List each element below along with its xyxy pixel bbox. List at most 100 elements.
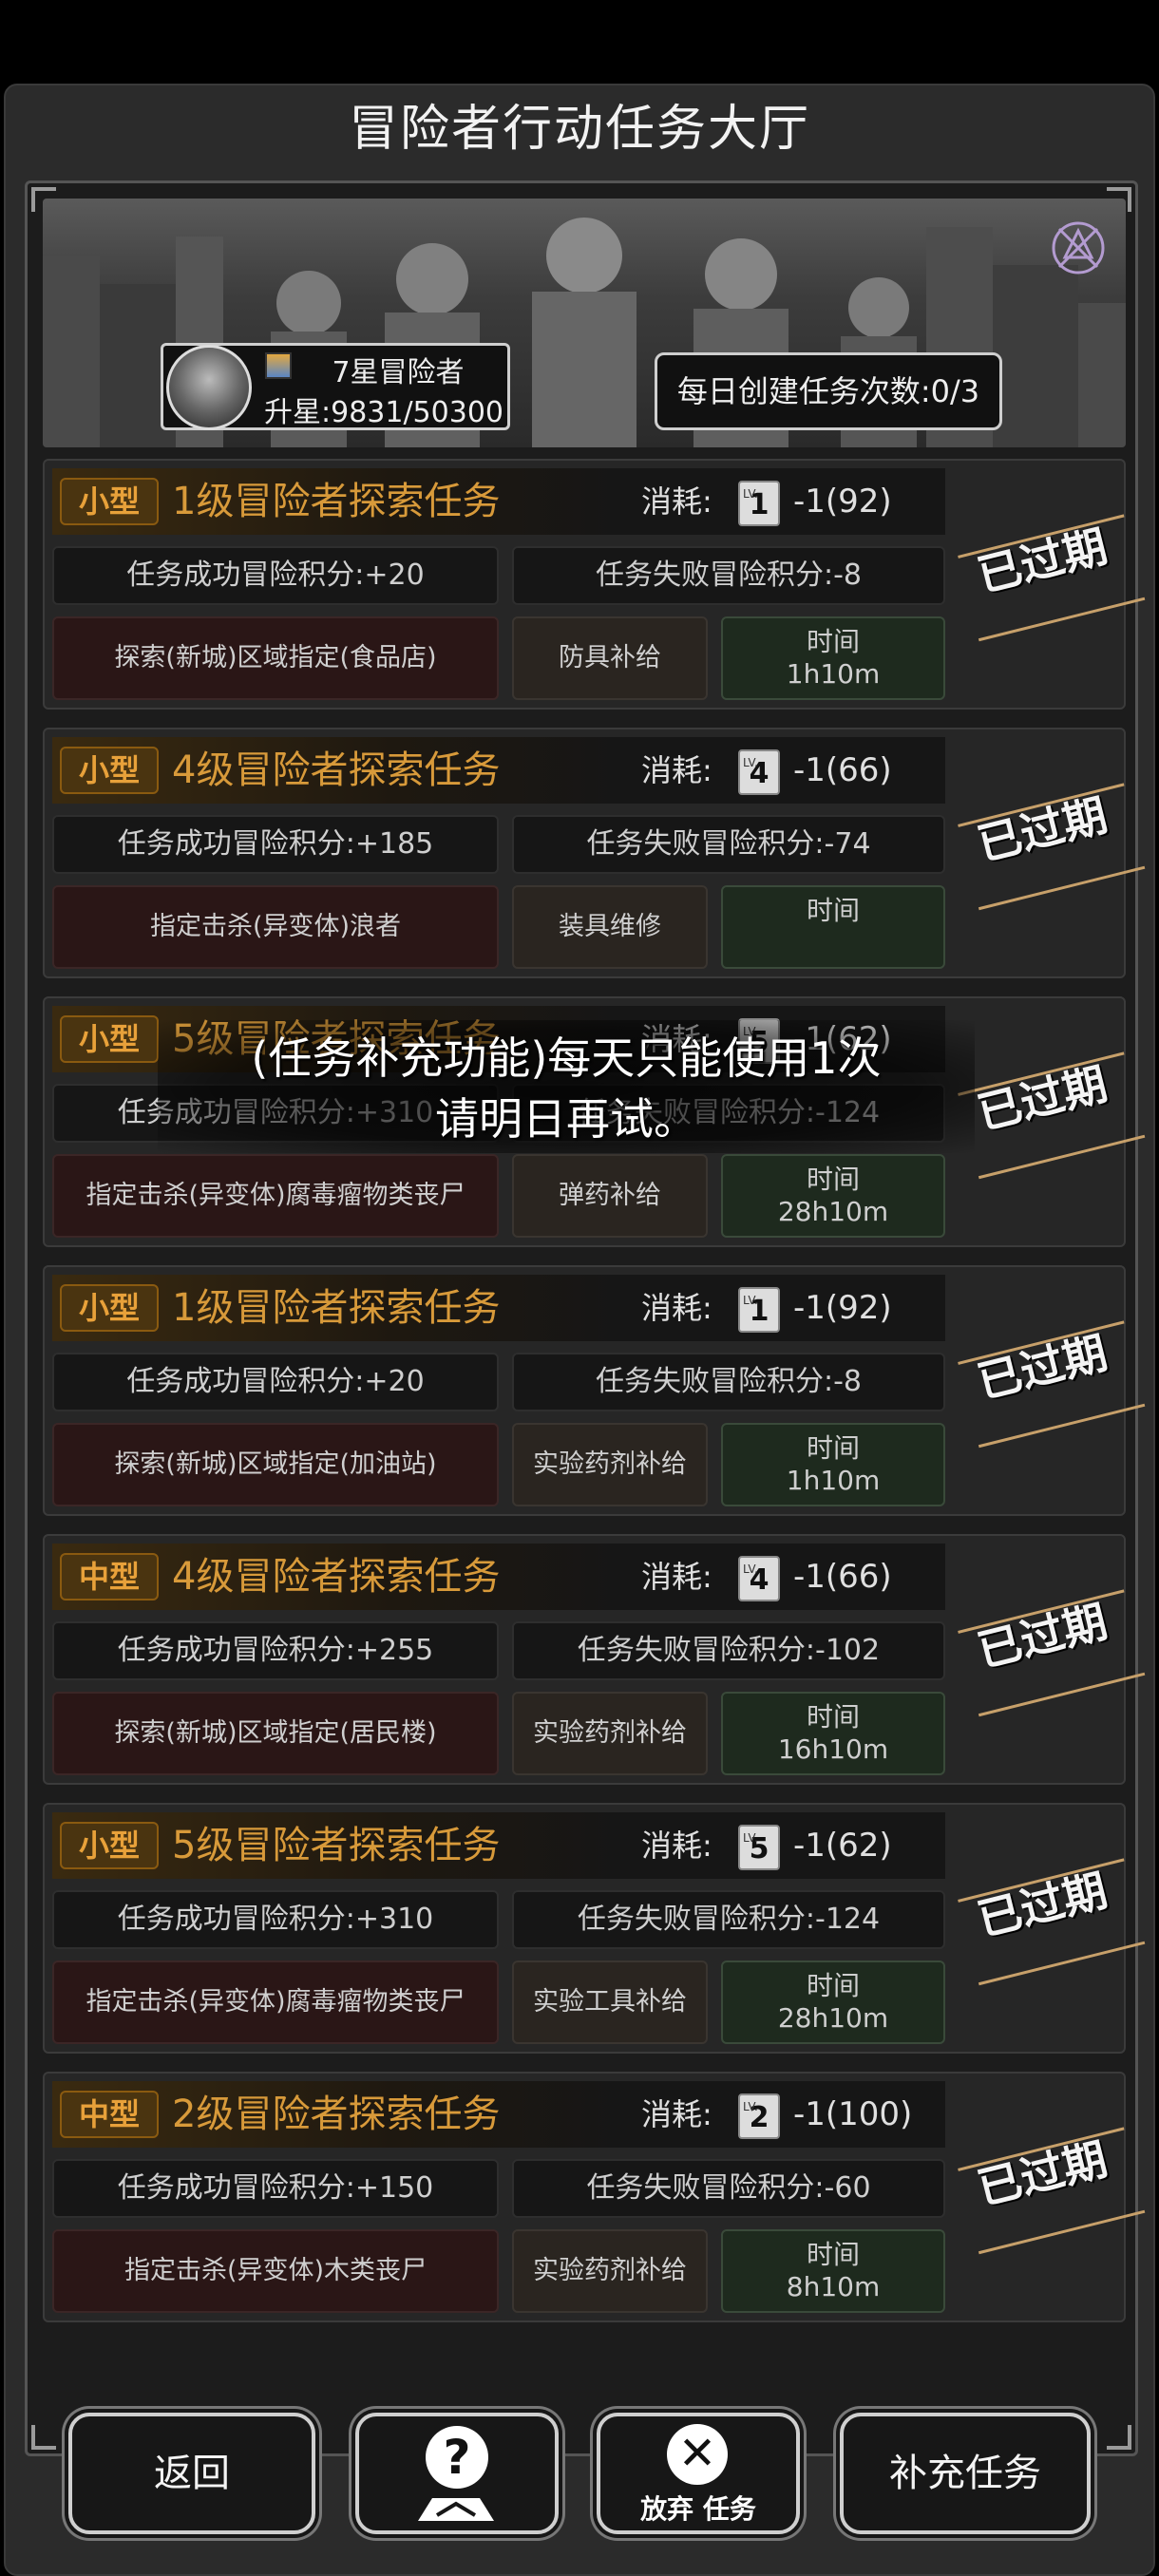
- level-ticket-icon: LV. 4: [738, 749, 780, 795]
- task-target: 探索(新城)区域指定(加油站): [52, 1423, 499, 1506]
- time-value: 28h10m: [777, 1196, 889, 1227]
- cost-label: 消耗:: [641, 483, 712, 520]
- success-reward: 任务成功冒险积分:+20: [52, 1353, 499, 1411]
- corner-ornament: [31, 2425, 56, 2450]
- cost-value: -1(100): [793, 2095, 913, 2133]
- task-supply: 装具维修: [512, 885, 708, 969]
- task-time: 时间 1h10m: [721, 1423, 945, 1506]
- level-ticket-icon: LV.5: [738, 1825, 780, 1870]
- time-value: 1h10m: [786, 1465, 881, 1496]
- level-ticket-icon: LV. 4: [738, 1556, 780, 1601]
- back-button[interactable]: 返回: [68, 2413, 315, 2534]
- expired-stamp: 已过期: [944, 767, 1150, 930]
- guild-emblem-icon: [1052, 221, 1105, 275]
- task-time: 时间 16h10m: [721, 1692, 945, 1775]
- cost-label: 消耗:: [641, 1290, 712, 1326]
- time-value: 28h10m: [777, 2002, 889, 2034]
- success-reward: 任务成功冒险积分:+150: [52, 2159, 499, 2218]
- time-label: 时间: [806, 2239, 860, 2270]
- help-button[interactable]: ?: [355, 2413, 559, 2534]
- task-time: 时间 28h10m: [721, 1154, 945, 1238]
- task-size-badge: 小型: [60, 1822, 159, 1869]
- task-header: 中型 4级冒险者探索任务 消耗: LV. 4 -1(66): [52, 1544, 945, 1610]
- task-size-badge: 小型: [60, 1015, 159, 1063]
- task-title: 4级冒险者探索任务: [172, 748, 501, 792]
- task-title: 5级冒险者探索任务: [172, 1824, 501, 1867]
- level-ticket-icon: LV. 1: [738, 481, 780, 526]
- task-supply: 防具补给: [512, 616, 708, 700]
- task-panel: 7星冒险者 升星:9831/50300 每日创建任务次数:0/3 小型 1级冒险…: [25, 180, 1146, 2456]
- rank-label: 7星冒险者: [332, 356, 465, 389]
- task-card[interactable]: 小型 1级冒险者探索任务 消耗: LV. 1 -1(92) 任务成功冒险积分:+2…: [43, 459, 1146, 710]
- task-header: 小型 4级冒险者探索任务 消耗: LV. 4 -1(66): [52, 737, 945, 804]
- cost-label: 消耗:: [641, 1828, 712, 1864]
- task-supply: 实验药剂补给: [512, 2229, 708, 2313]
- cost-label: 消耗:: [641, 2096, 712, 2132]
- time-label: 时间: [806, 1432, 860, 1464]
- task-header: 小型 1级冒险者探索任务 消耗: LV. 1 -1(92): [52, 468, 945, 535]
- expired-stamp: 已过期: [944, 1842, 1150, 2005]
- expired-stamp: 已过期: [944, 498, 1150, 661]
- fail-penalty: 任务失败冒险积分:-102: [512, 1621, 945, 1680]
- task-card[interactable]: 小型 4级冒险者探索任务 消耗: LV. 4 -1(66) 任务成功冒险积分:+1…: [43, 728, 1146, 978]
- cost-value: -1(66): [793, 751, 892, 789]
- cost-label: 消耗:: [641, 1559, 712, 1595]
- task-title: 1级冒险者探索任务: [172, 1286, 501, 1330]
- task-time: 时间 8h10m: [721, 2229, 945, 2313]
- close-icon: ✕: [667, 2424, 728, 2485]
- task-card[interactable]: 小型 5级冒险者探索任务 消耗: LV.5 -1(62) 任务成功冒险积分:+3…: [43, 1803, 1146, 2054]
- task-size-badge: 小型: [60, 747, 159, 794]
- task-target: 指定击杀(异变体)腐毒瘤物类丧尸: [52, 1960, 499, 2044]
- success-reward: 任务成功冒险积分:+310: [52, 1890, 499, 1949]
- cost-value: -1(92): [793, 483, 892, 521]
- time-label: 时间: [806, 626, 860, 657]
- task-size-badge: 小型: [60, 478, 159, 525]
- abandon-task-button[interactable]: ✕ 放弃 任务: [597, 2413, 800, 2534]
- task-card[interactable]: 中型 2级冒险者探索任务 消耗: LV. 2 -1(100) 任务成功冒险积分:+…: [43, 2072, 1146, 2322]
- fail-penalty: 任务失败冒险积分:-74: [512, 815, 945, 874]
- cost-label: 消耗:: [641, 752, 712, 788]
- fail-penalty: 任务失败冒险积分:-8: [512, 1353, 945, 1411]
- corner-ornament: [1107, 2425, 1131, 2450]
- time-label: 时间: [806, 895, 860, 926]
- fail-penalty: 任务失败冒险积分:-8: [512, 546, 945, 605]
- time-value: 1h10m: [786, 658, 881, 690]
- map-base-icon: [418, 2498, 494, 2521]
- toast-message: (任务补充功能)每天只能使用1次 请明日再试。: [158, 1020, 975, 1153]
- question-icon: ?: [426, 2426, 488, 2489]
- expired-stamp: 已过期: [944, 1035, 1150, 1199]
- time-label: 时间: [806, 1701, 860, 1733]
- task-header: 中型 2级冒险者探索任务 消耗: LV. 2 -1(100): [52, 2081, 945, 2148]
- avatar[interactable]: [166, 345, 252, 430]
- task-time: 时间 28h10m: [721, 1960, 945, 2044]
- task-size-badge: 中型: [60, 1553, 159, 1601]
- toast-line-2: 请明日再试。: [435, 1093, 697, 1145]
- task-time: 时间: [721, 885, 945, 969]
- time-label: 时间: [806, 1164, 860, 1195]
- level-ticket-icon: LV. 1: [738, 1287, 780, 1333]
- fail-penalty: 任务失败冒险积分:-60: [512, 2159, 945, 2218]
- success-reward: 任务成功冒险积分:+185: [52, 815, 499, 874]
- success-reward: 任务成功冒险积分:+20: [52, 546, 499, 605]
- task-target: 探索(新城)区域指定(居民楼): [52, 1692, 499, 1775]
- time-label: 时间: [806, 1970, 860, 2001]
- task-supply: 实验药剂补给: [512, 1423, 708, 1506]
- task-header: 小型 5级冒险者探索任务 消耗: LV.5 -1(62): [52, 1812, 945, 1879]
- rank-badge-icon: [265, 352, 292, 379]
- supplement-task-button[interactable]: 补充任务: [840, 2413, 1091, 2534]
- task-hall-window: 冒险者行动任务大厅 7星冒险者 升星:9831/50300 每日创建任务次数:0…: [4, 84, 1155, 2576]
- task-title: 2级冒险者探索任务: [172, 2093, 501, 2136]
- task-supply: 弹药补给: [512, 1154, 708, 1238]
- task-card[interactable]: 中型 4级冒险者探索任务 消耗: LV. 4 -1(66) 任务成功冒险积分:+2…: [43, 1534, 1146, 1785]
- time-value: 8h10m: [786, 2271, 881, 2302]
- expired-stamp: 已过期: [944, 2111, 1150, 2274]
- expired-stamp: 已过期: [944, 1304, 1150, 1468]
- rank-progress: 升星:9831/50300: [264, 396, 504, 429]
- task-size-badge: 中型: [60, 2091, 159, 2138]
- page-title: 冒险者行动任务大厅: [348, 101, 810, 158]
- success-reward: 任务成功冒险积分:+255: [52, 1621, 499, 1680]
- task-time: 时间 1h10m: [721, 616, 945, 700]
- task-size-badge: 小型: [60, 1284, 159, 1332]
- time-value: 16h10m: [777, 1733, 889, 1765]
- task-card[interactable]: 小型 1级冒险者探索任务 消耗: LV. 1 -1(92) 任务成功冒险积分:+2…: [43, 1265, 1146, 1516]
